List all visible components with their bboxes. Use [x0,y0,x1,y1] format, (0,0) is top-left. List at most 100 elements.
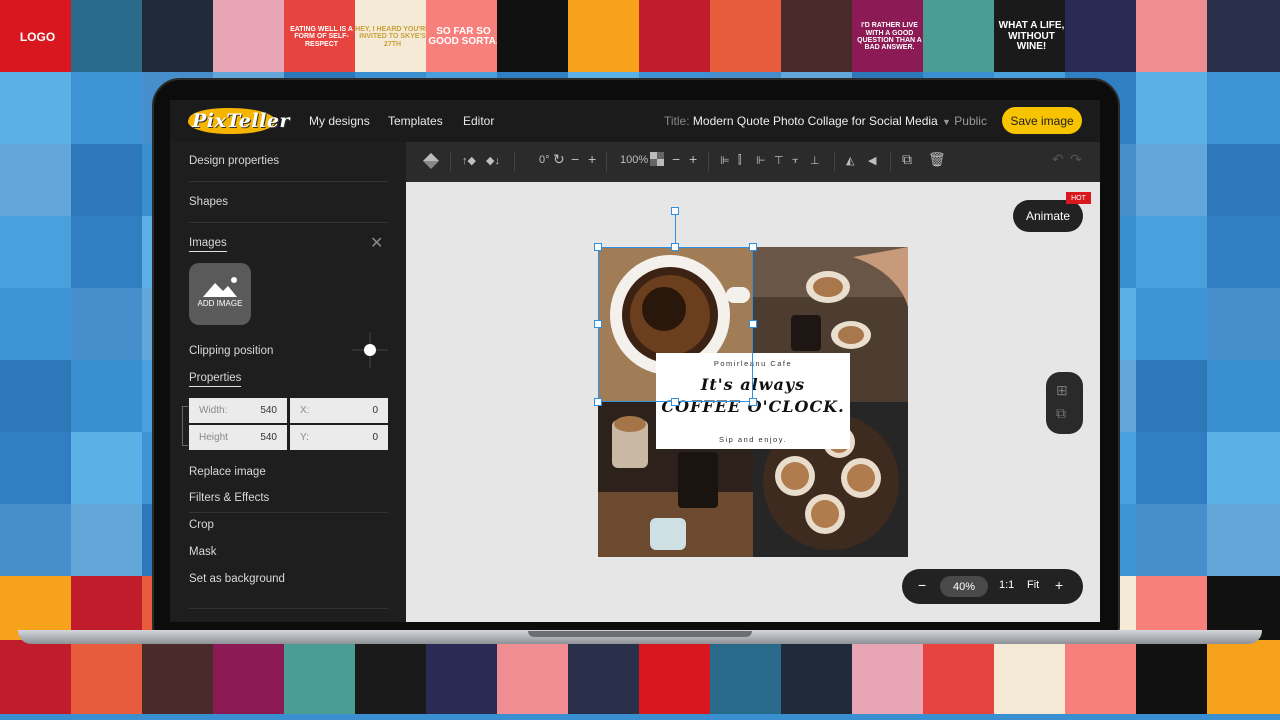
background-tile: SO FAR SO GOOD SORTA. [426,0,501,74]
animate-button[interactable]: Animate [1013,200,1083,232]
background-tile [0,72,75,146]
height-value: 540 [260,432,277,443]
hot-badge: HOT [1066,192,1091,204]
opacity-value[interactable]: 100% [620,154,648,166]
zoom-fit-button[interactable]: Fit [1027,579,1039,591]
duplicate-icon[interactable]: ⧉ [902,151,912,168]
align-top-icon[interactable]: ⊤ [774,154,784,167]
quote-subtitle: Sip and enjoy. [719,435,787,444]
background-tile-text: SO FAR SO GOOD SORTA. [428,25,499,47]
sidebar-shapes[interactable]: Shapes [189,196,228,208]
flip-horizontal-icon[interactable]: ◭ [846,154,854,167]
background-tile [568,640,643,714]
resize-handle-bottom[interactable] [671,398,679,406]
rotation-value[interactable]: 0° [539,154,550,166]
resize-handle-right[interactable] [749,320,757,328]
width-label: Width: [199,405,228,416]
rotate-handle[interactable] [671,207,679,215]
height-field[interactable]: Height 540 [189,425,287,450]
nav-my-designs[interactable]: My designs [309,114,370,128]
rotate-decrease-button[interactable]: − [571,151,579,167]
flip-vertical-icon[interactable]: ◀ [868,154,876,167]
resize-handle-top-right[interactable] [749,243,757,251]
align-bottom-icon[interactable]: ⊥ [810,154,820,167]
width-field[interactable]: Width: 540 [189,398,287,423]
opacity-icon[interactable] [650,152,664,169]
zoom-in-button[interactable]: + [1055,577,1063,593]
zoom-level[interactable]: 40% [940,576,988,597]
sidebar-images[interactable]: Images [189,237,227,252]
set-as-background-option[interactable]: Set as background [189,573,285,585]
trash-icon[interactable]: 🗑 [928,151,946,168]
background-tile [1207,432,1280,506]
opacity-decrease-button[interactable]: − [672,151,680,167]
editor-screen: PixTeller My designs Templates Editor Ti… [170,100,1100,622]
redo-icon[interactable]: ↷ [1070,151,1082,168]
zoom-1-1-button[interactable]: 1:1 [999,579,1014,591]
rotate-icon[interactable]: ↻ [553,151,565,168]
resize-handle-top[interactable] [671,243,679,251]
pixteller-logo[interactable]: PixTeller [183,106,289,136]
background-tile [1136,0,1211,74]
resize-handle-bottom-right[interactable] [749,398,757,406]
divider [708,152,709,172]
nav-templates[interactable]: Templates [388,114,443,128]
crop-option[interactable]: Crop [189,519,214,531]
filters-effects-option[interactable]: Filters & Effects [189,492,269,504]
visibility-dropdown[interactable]: ▼ Public [942,114,987,128]
align-center-icon[interactable]: ⫿ [738,154,742,167]
height-label: Height [199,432,228,443]
divider [514,152,515,172]
align-right-icon[interactable]: ⊩ [756,154,766,167]
clipping-position-label: Clipping position [189,345,274,357]
background-tile [1065,0,1140,74]
nav-editor[interactable]: Editor [463,114,494,128]
title-label: Title: [664,114,690,128]
replace-image-option[interactable]: Replace image [189,466,266,478]
aspect-lock[interactable] [182,406,188,446]
background-tile [1207,72,1280,146]
background-tile [923,0,998,74]
y-field[interactable]: Y: 0 [290,425,388,450]
zoom-out-button[interactable]: − [918,577,926,593]
background-tile [71,216,146,290]
close-icon[interactable]: ✕ [370,236,384,252]
align-left-icon[interactable]: ⊫ [720,154,730,167]
send-backward-icon[interactable]: ◆↓ [486,154,500,167]
resize-handle-top-left[interactable] [594,243,602,251]
page-tools: ⊞ ⧉ [1046,372,1083,434]
image-icon [203,277,237,297]
properties-label: Properties [189,372,242,387]
mask-option[interactable]: Mask [189,546,216,558]
background-tile-text: WHAT A LIFE, WITHOUT WINE! [998,20,1065,53]
undo-icon[interactable]: ↶ [1052,151,1064,168]
background-tile [1136,432,1211,506]
background-tile [284,640,359,714]
bring-forward-icon[interactable]: ↑◆ [462,154,476,167]
x-field[interactable]: X: 0 [290,398,388,423]
save-image-button[interactable]: Save image [1002,107,1082,134]
resize-handle-bottom-left[interactable] [594,398,602,406]
y-value: 0 [372,432,378,443]
add-image-button[interactable]: ADD IMAGE [189,263,251,325]
background-tile [1207,216,1280,290]
opacity-increase-button[interactable]: + [689,151,697,167]
divider [189,512,388,513]
layers-icon[interactable] [422,152,440,173]
rotate-increase-button[interactable]: + [588,151,596,167]
sidebar-design-properties[interactable]: Design properties [189,155,279,167]
clipping-position-control[interactable] [350,330,390,370]
y-label: Y: [300,432,309,443]
align-middle-icon[interactable]: ⫟ [792,154,799,167]
add-page-icon[interactable]: ⊞ [1056,382,1068,399]
duplicate-page-icon[interactable]: ⧉ [1056,405,1066,422]
divider [189,222,388,223]
background-tile [852,640,927,714]
background-tile [426,640,501,714]
design-title[interactable]: Title: Modern Quote Photo Collage for So… [664,114,938,128]
top-navigation: PixTeller My designs Templates Editor Ti… [170,100,1100,142]
background-tile [71,360,146,434]
resize-handle-left[interactable] [594,320,602,328]
sidebar: Design properties Shapes Images ✕ ADD IM… [170,142,406,622]
divider [834,152,835,172]
